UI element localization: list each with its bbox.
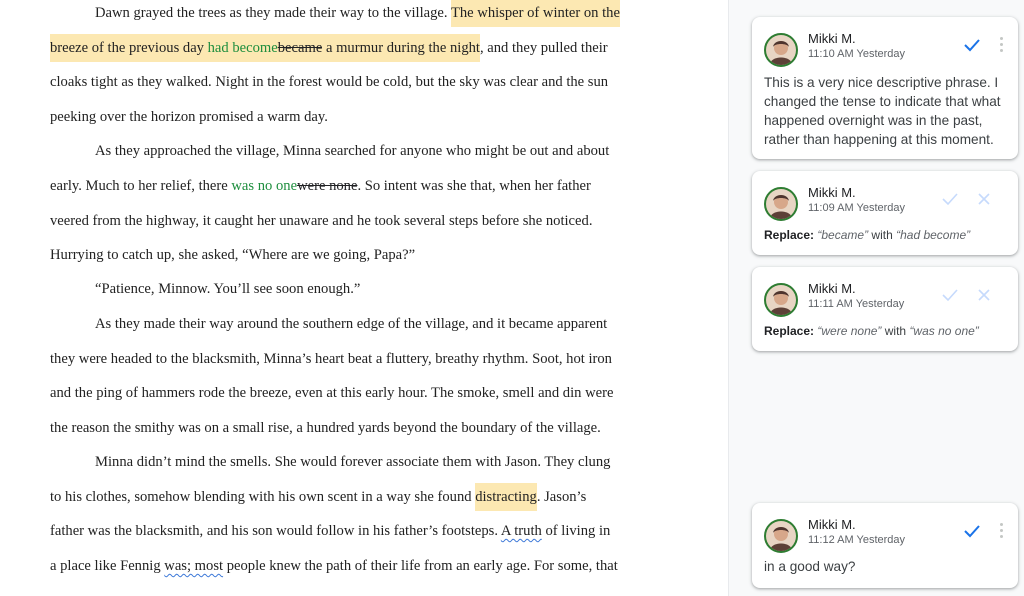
document-line[interactable]: the reason the smithy was on a small ris… (50, 416, 601, 440)
checkmark-icon[interactable] (962, 35, 982, 55)
document-line[interactable]: As they made their way around the southe… (50, 312, 607, 336)
document-page[interactable]: Dawn grayed the trees as they made their… (0, 0, 728, 596)
comment-timestamp: 11:11 AM Yesterday (808, 298, 905, 310)
text-run: early. Much to her relief, there (50, 178, 232, 194)
suggestion-detail: Replace: “were none” with “was no one” (764, 324, 979, 338)
comment-timestamp: 11:10 AM Yesterday (808, 48, 906, 60)
comment-text: in a good way? (764, 559, 856, 574)
suggestion-detail: Replace: “became” with “had become” (764, 228, 970, 242)
text-run: Hurrying to catch up, she asked, “Where … (50, 247, 416, 263)
comment-author: Mikki M. (808, 185, 856, 200)
text-run: cloaks tight as they walked. Night in th… (50, 74, 609, 90)
document-line[interactable]: breeze of the previous day had becomebec… (50, 34, 608, 62)
text-run: father was the blacksmith, and his son w… (50, 523, 501, 539)
suggestion-card[interactable]: Mikki M. 11:09 AM Yesterday Replace: “be… (752, 171, 1018, 255)
avatar (764, 187, 798, 221)
commented-text[interactable]: breeze of the previous day (50, 34, 208, 62)
text-run: to his clothes, somehow blending with hi… (50, 489, 476, 505)
document-line[interactable]: they were headed to the blacksmith, Minn… (50, 347, 612, 371)
text-run: veered from the highway, it caught her u… (50, 213, 593, 229)
grammar-flag[interactable]: A truth (501, 523, 542, 539)
text-run: . Jason’s (536, 489, 587, 505)
replace-label: Replace: (764, 228, 815, 242)
document-line[interactable]: Hurrying to catch up, she asked, “Where … (50, 243, 415, 267)
text-run: and the ping of hammers rode the breeze,… (50, 385, 614, 401)
avatar (764, 519, 798, 553)
avatar (764, 33, 798, 67)
comment-timestamp: 11:12 AM Yesterday (808, 534, 906, 546)
comment-author: Mikki M. (808, 281, 856, 296)
document-line[interactable]: and the ping of hammers rode the breeze,… (50, 381, 613, 405)
new-text: “had become” (896, 228, 971, 242)
comments-panel: Mikki M. 11:10 AM Yesterday This is a ve… (728, 0, 1024, 596)
document-line[interactable]: peeking over the horizon promised a warm… (50, 105, 328, 129)
document-line[interactable]: cloaks tight as they walked. Night in th… (50, 70, 608, 94)
suggested-insertion[interactable]: was no one (231, 178, 297, 194)
with-word: with (871, 228, 893, 242)
commented-text[interactable]: distracting (475, 483, 537, 511)
replace-label: Replace: (764, 324, 815, 338)
accept-suggestion-icon[interactable] (940, 189, 960, 209)
commented-text[interactable]: a murmur during the night (322, 34, 480, 62)
comment-author: Mikki M. (808, 31, 856, 46)
suggested-insertion[interactable]: had become (207, 34, 278, 62)
text-run: peeking over the horizon promised a warm… (50, 109, 328, 125)
text-run: Dawn grayed the trees as they made their… (95, 5, 451, 21)
new-text: “was no one” (909, 324, 979, 338)
document-line[interactable]: father was the blacksmith, and his son w… (50, 519, 610, 543)
text-run: people knew the path of their life from … (223, 558, 618, 574)
close-icon[interactable] (976, 191, 992, 207)
comment-card[interactable]: Mikki M. 11:10 AM Yesterday This is a ve… (752, 17, 1018, 159)
document-line[interactable]: Dawn grayed the trees as they made their… (50, 0, 620, 27)
close-icon[interactable] (976, 287, 992, 303)
more-vert-icon[interactable] (1000, 37, 1004, 53)
more-vert-icon[interactable] (1000, 523, 1004, 539)
suggestion-card[interactable]: Mikki M. 11:11 AM Yesterday Replace: “we… (752, 267, 1018, 351)
text-run: the reason the smithy was on a small ris… (50, 420, 601, 436)
document-line[interactable]: “Patience, Minnow. You’ll see soon enoug… (50, 277, 360, 301)
text-run: As they approached the village, Minna se… (95, 143, 610, 159)
grammar-flag[interactable]: was; most (164, 558, 223, 574)
suggested-deletion[interactable]: became (277, 34, 323, 62)
document-line[interactable]: Minna didn’t mind the smells. She would … (50, 450, 610, 474)
text-run: , and they pulled their (479, 40, 608, 56)
comment-text: This is a very nice descriptive phrase. … (764, 75, 1001, 147)
text-run: they were headed to the blacksmith, Minn… (50, 351, 612, 367)
suggested-deletion[interactable]: were none (297, 178, 357, 194)
text-run: Minna didn’t mind the smells. She would … (95, 454, 611, 470)
text-run: . So intent was she that, when her fathe… (357, 178, 591, 194)
checkmark-icon[interactable] (962, 521, 982, 541)
text-run: “Patience, Minnow. You’ll see soon enoug… (95, 281, 361, 297)
comment-timestamp: 11:09 AM Yesterday (808, 202, 906, 214)
accept-suggestion-icon[interactable] (940, 285, 960, 305)
document-line[interactable]: to his clothes, somehow blending with hi… (50, 483, 587, 511)
commented-text[interactable]: The whisper of winter on the (450, 0, 620, 27)
document-line[interactable]: veered from the highway, it caught her u… (50, 209, 592, 233)
text-run: As they made their way around the southe… (95, 316, 608, 332)
comment-author: Mikki M. (808, 517, 856, 532)
document-line[interactable]: a place like Fennig was; most people kne… (50, 554, 618, 578)
document-line[interactable]: As they approached the village, Minna se… (50, 139, 609, 163)
text-run: of living in (541, 523, 611, 539)
text-run: a place like Fennig (50, 558, 165, 574)
document-line[interactable]: early. Much to her relief, there was no … (50, 174, 591, 198)
comment-card[interactable]: Mikki M. 11:12 AM Yesterday in a good wa… (752, 503, 1018, 588)
with-word: with (884, 324, 907, 338)
old-text: “became” (817, 228, 869, 242)
avatar (764, 283, 798, 317)
old-text: “were none” (817, 324, 882, 338)
